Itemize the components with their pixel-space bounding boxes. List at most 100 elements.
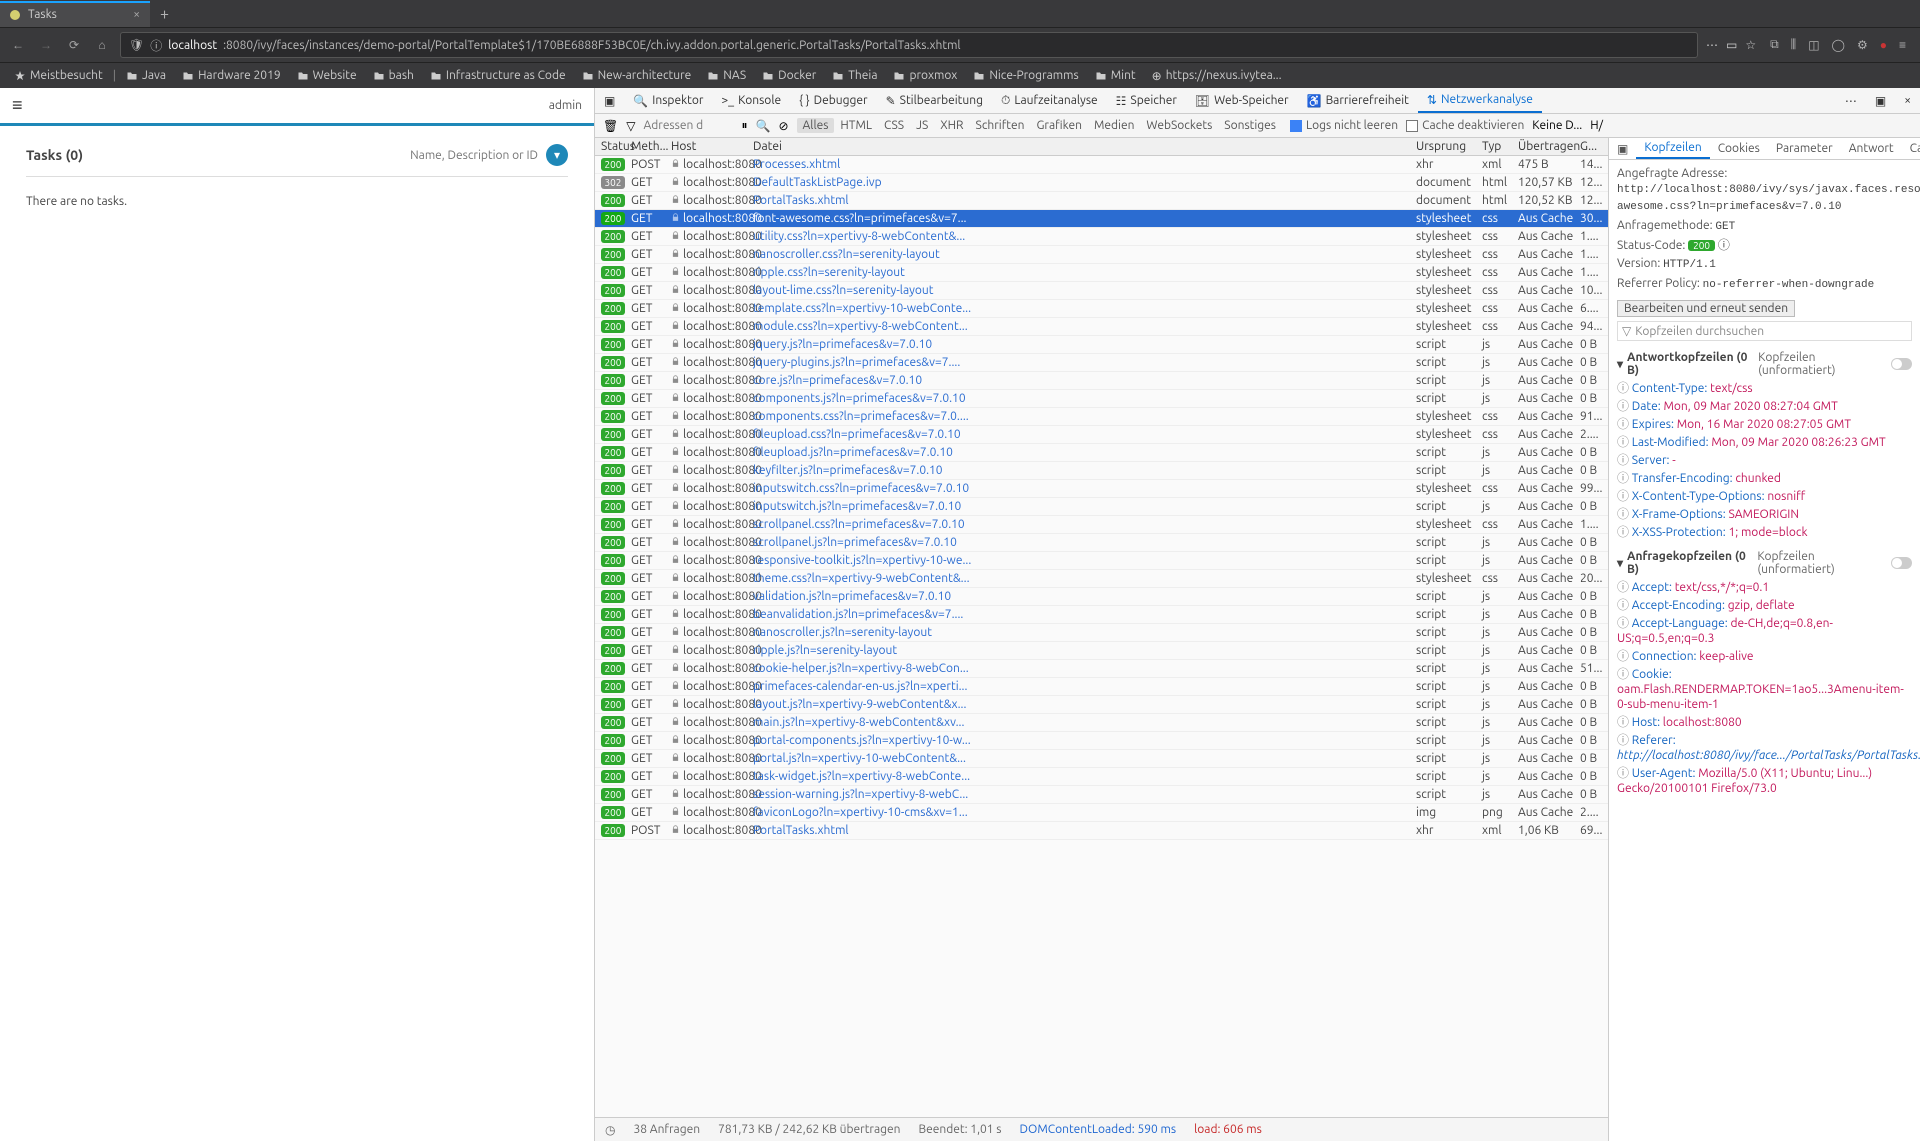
network-row[interactable]: 200 POST localhost:8080 PortalTasks.xhtm… xyxy=(595,822,1608,840)
info-icon[interactable]: ⓘ xyxy=(1617,650,1629,663)
close-details-icon[interactable]: ▣ xyxy=(1609,138,1636,159)
info-icon[interactable]: ⓘ xyxy=(1718,239,1730,252)
network-row[interactable]: 200 GET localhost:8080 layout.js?ln=xper… xyxy=(595,696,1608,714)
address-bar[interactable]: 🛡 ⓘ localhost:8080/ivy/faces/instances/d… xyxy=(120,32,1698,58)
column-header[interactable]: G... xyxy=(1580,140,1608,153)
search-icon[interactable]: 🔍 xyxy=(755,119,770,133)
filter-pill[interactable]: CSS xyxy=(878,118,910,133)
info-icon[interactable]: ⓘ xyxy=(1617,581,1629,594)
bookmark-item[interactable]: bash xyxy=(367,67,420,84)
info-icon[interactable]: ⓘ xyxy=(1617,400,1629,413)
sidebar-icon[interactable]: ◫ xyxy=(1808,38,1819,52)
network-row[interactable]: 200 GET localhost:8080 ripple.css?ln=ser… xyxy=(595,264,1608,282)
network-row[interactable]: 200 GET localhost:8080 theme.css?ln=xper… xyxy=(595,570,1608,588)
details-tab[interactable]: Cookies xyxy=(1710,138,1768,159)
pause-icon[interactable]: ⏸ xyxy=(741,119,747,133)
info-icon[interactable]: ⓘ xyxy=(1617,617,1629,630)
network-row[interactable]: 200 GET localhost:8080 cookie-helper.js?… xyxy=(595,660,1608,678)
network-row[interactable]: 200 GET localhost:8080 jquery-plugins.js… xyxy=(595,354,1608,372)
info-icon[interactable]: ⓘ xyxy=(1617,418,1629,431)
info-icon[interactable]: ⓘ xyxy=(1617,716,1629,729)
raw-toggle[interactable]: Kopfzeilen (unformatiert) xyxy=(1757,550,1912,576)
network-row[interactable]: 302 GET localhost:8080 DefaultTaskListPa… xyxy=(595,174,1608,192)
network-row[interactable]: 200 GET localhost:8080 fileupload.css?ln… xyxy=(595,426,1608,444)
network-row[interactable]: 200 GET localhost:8080 nanoscroller.css?… xyxy=(595,246,1608,264)
network-row[interactable]: 200 GET localhost:8080 faviconLogo?ln=xp… xyxy=(595,804,1608,822)
bookmark-item[interactable]: Infrastructure as Code xyxy=(424,67,572,84)
column-header[interactable]: Host xyxy=(671,140,753,153)
network-row[interactable]: 200 GET localhost:8080 beanvalidation.js… xyxy=(595,606,1608,624)
network-row[interactable]: 200 GET localhost:8080 session-warning.j… xyxy=(595,786,1608,804)
request-headers-group[interactable]: ▾ Anfragekopfzeilen (0 B) Kopfzeilen (un… xyxy=(1617,550,1912,576)
network-row[interactable]: 200 GET localhost:8080 keyfilter.js?ln=p… xyxy=(595,462,1608,480)
filter-pill[interactable]: Sonstiges xyxy=(1218,118,1282,133)
reload-button[interactable]: ⟳ xyxy=(64,38,84,52)
network-row[interactable]: 200 GET localhost:8080 components.js?ln=… xyxy=(595,390,1608,408)
info-icon[interactable]: ⓘ xyxy=(150,37,162,54)
network-row[interactable]: 200 GET localhost:8080 ripple.js?ln=sere… xyxy=(595,642,1608,660)
bookmark-item[interactable]: Hardware 2019 xyxy=(176,67,287,84)
filter-icon[interactable]: ▽ xyxy=(626,119,635,133)
details-tab[interactable]: Kopfzeilen xyxy=(1636,138,1709,159)
column-header[interactable]: Typ xyxy=(1482,140,1518,153)
filter-pill[interactable]: HTML xyxy=(834,118,878,133)
devtools-close-icon[interactable]: × xyxy=(1895,88,1920,113)
info-icon[interactable]: ⓘ xyxy=(1617,490,1629,503)
clear-icon[interactable]: 🗑 xyxy=(603,119,618,133)
column-header[interactable]: Ursprung xyxy=(1416,140,1482,153)
star-icon[interactable]: ☆ xyxy=(1745,38,1756,52)
network-row[interactable]: 200 GET localhost:8080 primefaces-calend… xyxy=(595,678,1608,696)
filter-pill[interactable]: JS xyxy=(910,118,934,133)
info-icon[interactable]: ⓘ xyxy=(1617,382,1629,395)
column-header[interactable]: Datei xyxy=(753,140,1416,153)
filter-input[interactable] xyxy=(643,119,733,132)
filter-pill[interactable]: Alles xyxy=(797,118,835,133)
network-row[interactable]: 200 GET localhost:8080 inputswitch.js?ln… xyxy=(595,498,1608,516)
network-row[interactable]: 200 GET localhost:8080 scrollpanel.css?l… xyxy=(595,516,1608,534)
library-icon[interactable]: ⫼ xyxy=(1791,38,1797,52)
filter-pill[interactable]: Schriften xyxy=(970,118,1031,133)
devtools-tab[interactable]: 🗄Web-Speicher xyxy=(1186,88,1298,113)
bookmark-item[interactable]: Theia xyxy=(826,67,883,84)
filter-headers-input[interactable]: ▽Kopfzeilen durchsuchen xyxy=(1617,321,1912,341)
edit-resend-button[interactable]: Bearbeiten und erneut senden xyxy=(1617,300,1795,317)
network-row[interactable]: 200 GET localhost:8080 responsive-toolki… xyxy=(595,552,1608,570)
raw-toggle[interactable]: Kopfzeilen (unformatiert) xyxy=(1758,351,1912,377)
info-icon[interactable]: ⓘ xyxy=(1617,472,1629,485)
home-button[interactable]: ⌂ xyxy=(92,38,112,52)
bookmark-item[interactable]: Mint xyxy=(1089,67,1142,84)
back-button[interactable]: ← xyxy=(8,38,28,52)
column-header[interactable]: Meth... xyxy=(631,140,671,153)
network-row[interactable]: 200 GET localhost:8080 fileupload.js?ln=… xyxy=(595,444,1608,462)
network-row[interactable]: 200 GET localhost:8080 inputswitch.css?l… xyxy=(595,480,1608,498)
devtools-tab[interactable]: ♿Barrierefreiheit xyxy=(1298,88,1418,113)
network-row[interactable]: 200 GET localhost:8080 core.js?ln=primef… xyxy=(595,372,1608,390)
user-label[interactable]: admin xyxy=(549,99,582,112)
details-tab[interactable]: Cache xyxy=(1902,138,1920,159)
bookmark-item[interactable]: NAS xyxy=(701,67,752,84)
preserve-log-checkbox[interactable]: Logs nicht leeren xyxy=(1290,119,1398,132)
hamburger-icon[interactable]: ≡ xyxy=(12,95,23,116)
info-icon[interactable]: ⓘ xyxy=(1617,526,1629,539)
response-headers-group[interactable]: ▾ Antwortkopfzeilen (0 B) Kopfzeilen (un… xyxy=(1617,351,1912,377)
pocket-icon[interactable]: ⧉ xyxy=(1770,38,1779,52)
bookmark-item[interactable]: Meistbesucht xyxy=(8,67,109,84)
devtools-tab[interactable]: 🔍Inspektor xyxy=(624,88,712,113)
bookmark-item[interactable]: Nice-Programms xyxy=(967,67,1084,84)
close-tab-icon[interactable]: × xyxy=(133,8,140,21)
devtools-tab[interactable]: ⏱Laufzeitanalyse xyxy=(992,88,1107,113)
devtools-tab[interactable]: { }Debugger xyxy=(790,88,877,113)
filter-pill[interactable]: Medien xyxy=(1088,118,1140,133)
har-menu[interactable]: H/ xyxy=(1590,119,1603,132)
devtools-dock-icon[interactable]: ▣ xyxy=(1866,88,1895,113)
forward-button[interactable]: → xyxy=(36,38,56,52)
details-tab[interactable]: Parameter xyxy=(1768,138,1841,159)
filter-pill[interactable]: WebSockets xyxy=(1140,118,1218,133)
network-row[interactable]: 200 GET localhost:8080 main.js?ln=xperti… xyxy=(595,714,1608,732)
tasks-search-input[interactable] xyxy=(358,149,538,162)
info-icon[interactable]: ⓘ xyxy=(1617,436,1629,449)
bookmark-item[interactable]: proxmox xyxy=(887,67,963,84)
browser-tab[interactable]: Tasks × xyxy=(0,1,150,27)
details-tab[interactable]: Antwort xyxy=(1841,138,1902,159)
network-row[interactable]: 200 POST localhost:8080 Processes.xhtml … xyxy=(595,156,1608,174)
